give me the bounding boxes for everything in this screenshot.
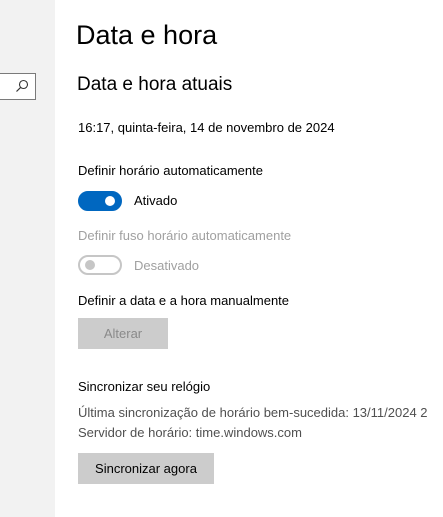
- auto-time-toggle[interactable]: [78, 191, 122, 211]
- time-server-text: Servidor de horário: time.windows.com: [78, 425, 302, 440]
- auto-timezone-state: Desativado: [134, 258, 200, 273]
- auto-timezone-label: Definir fuso horário automaticamente: [78, 228, 292, 243]
- sidebar: [0, 0, 55, 517]
- sync-now-button[interactable]: Sincronizar agora: [78, 453, 214, 484]
- auto-timezone-toggle[interactable]: [78, 255, 122, 275]
- change-button[interactable]: Alterar: [78, 318, 168, 349]
- current-datetime: 16:17, quinta-feira, 14 de novembro de 2…: [78, 120, 335, 135]
- page-title: Data e hora: [76, 20, 218, 50]
- toggle-knob: [105, 196, 115, 206]
- search-icon: [16, 79, 29, 92]
- auto-time-label: Definir horário automaticamente: [78, 163, 263, 178]
- toggle-knob: [85, 260, 95, 270]
- last-sync-text: Última sincronização de horário bem-suce…: [78, 405, 428, 420]
- sync-clock-title: Sincronizar seu relógio: [78, 379, 211, 394]
- manual-datetime-label: Definir a data e a hora manualmente: [78, 293, 290, 308]
- main-content: Data e hora Data e hora atuais 16:17, qu…: [55, 0, 443, 517]
- search-input[interactable]: [0, 73, 36, 100]
- auto-time-state: Ativado: [134, 193, 178, 208]
- current-datetime-title: Data e hora atuais: [77, 74, 233, 95]
